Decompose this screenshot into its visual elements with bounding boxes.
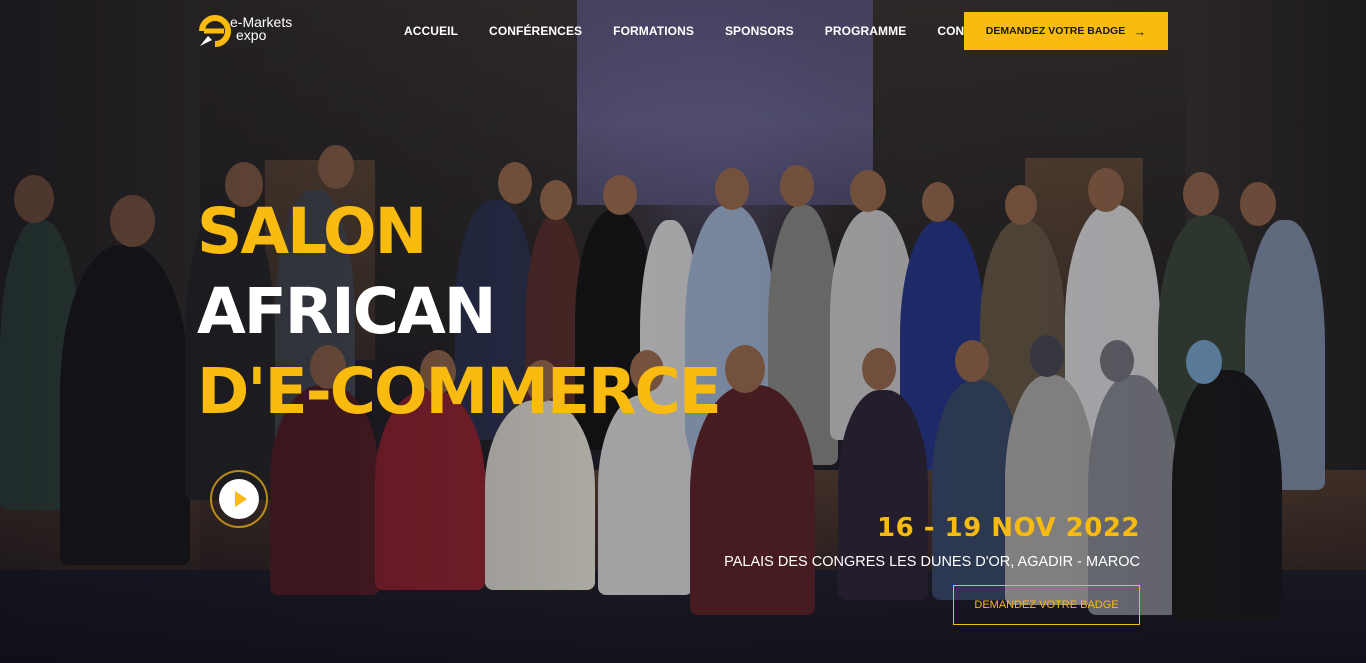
- nav-item-sponsors[interactable]: SPONSORS: [725, 24, 794, 38]
- request-badge-button-header[interactable]: DEMANDEZ VOTRE BADGE →: [964, 12, 1168, 50]
- e-rocket-logo-icon: [198, 14, 231, 47]
- play-icon: [219, 479, 259, 519]
- hero-title: SALON AFRICAN D'E-COMMERCE: [197, 192, 722, 432]
- logo-line-2: expo: [236, 27, 267, 43]
- nav-item-programme[interactable]: PROGRAMME: [825, 24, 907, 38]
- main-navigation: ACCUEIL CONFÉRENCES FORMATIONS SPONSORS …: [404, 24, 1027, 38]
- site-logo[interactable]: e-Markets expo: [198, 14, 292, 47]
- event-venue: PALAIS DES CONGRES LES DUNES D'OR, AGADI…: [724, 554, 1140, 570]
- arrow-right-icon: →: [1133, 23, 1147, 39]
- hero-title-line-2: AFRICAN: [197, 275, 496, 348]
- hero-title-line-1: SALON: [197, 195, 427, 268]
- hero-title-line-3: D'E-COMMERCE: [197, 355, 722, 428]
- nav-item-formations[interactable]: FORMATIONS: [613, 24, 694, 38]
- event-date: 16 - 19 NOV 2022: [876, 513, 1140, 543]
- hero-section: e-Markets expo ACCUEIL CONFÉRENCES FORMA…: [0, 0, 1366, 663]
- logo-wordmark: e-Markets expo: [230, 15, 292, 43]
- play-video-button[interactable]: [210, 470, 268, 528]
- nav-item-conferences[interactable]: CONFÉRENCES: [489, 24, 582, 38]
- request-badge-button-hero[interactable]: DEMANDEZ VOTRE BADGE: [953, 585, 1140, 625]
- request-badge-label: DEMANDEZ VOTRE BADGE: [985, 25, 1126, 37]
- nav-item-accueil[interactable]: ACCUEIL: [404, 24, 458, 38]
